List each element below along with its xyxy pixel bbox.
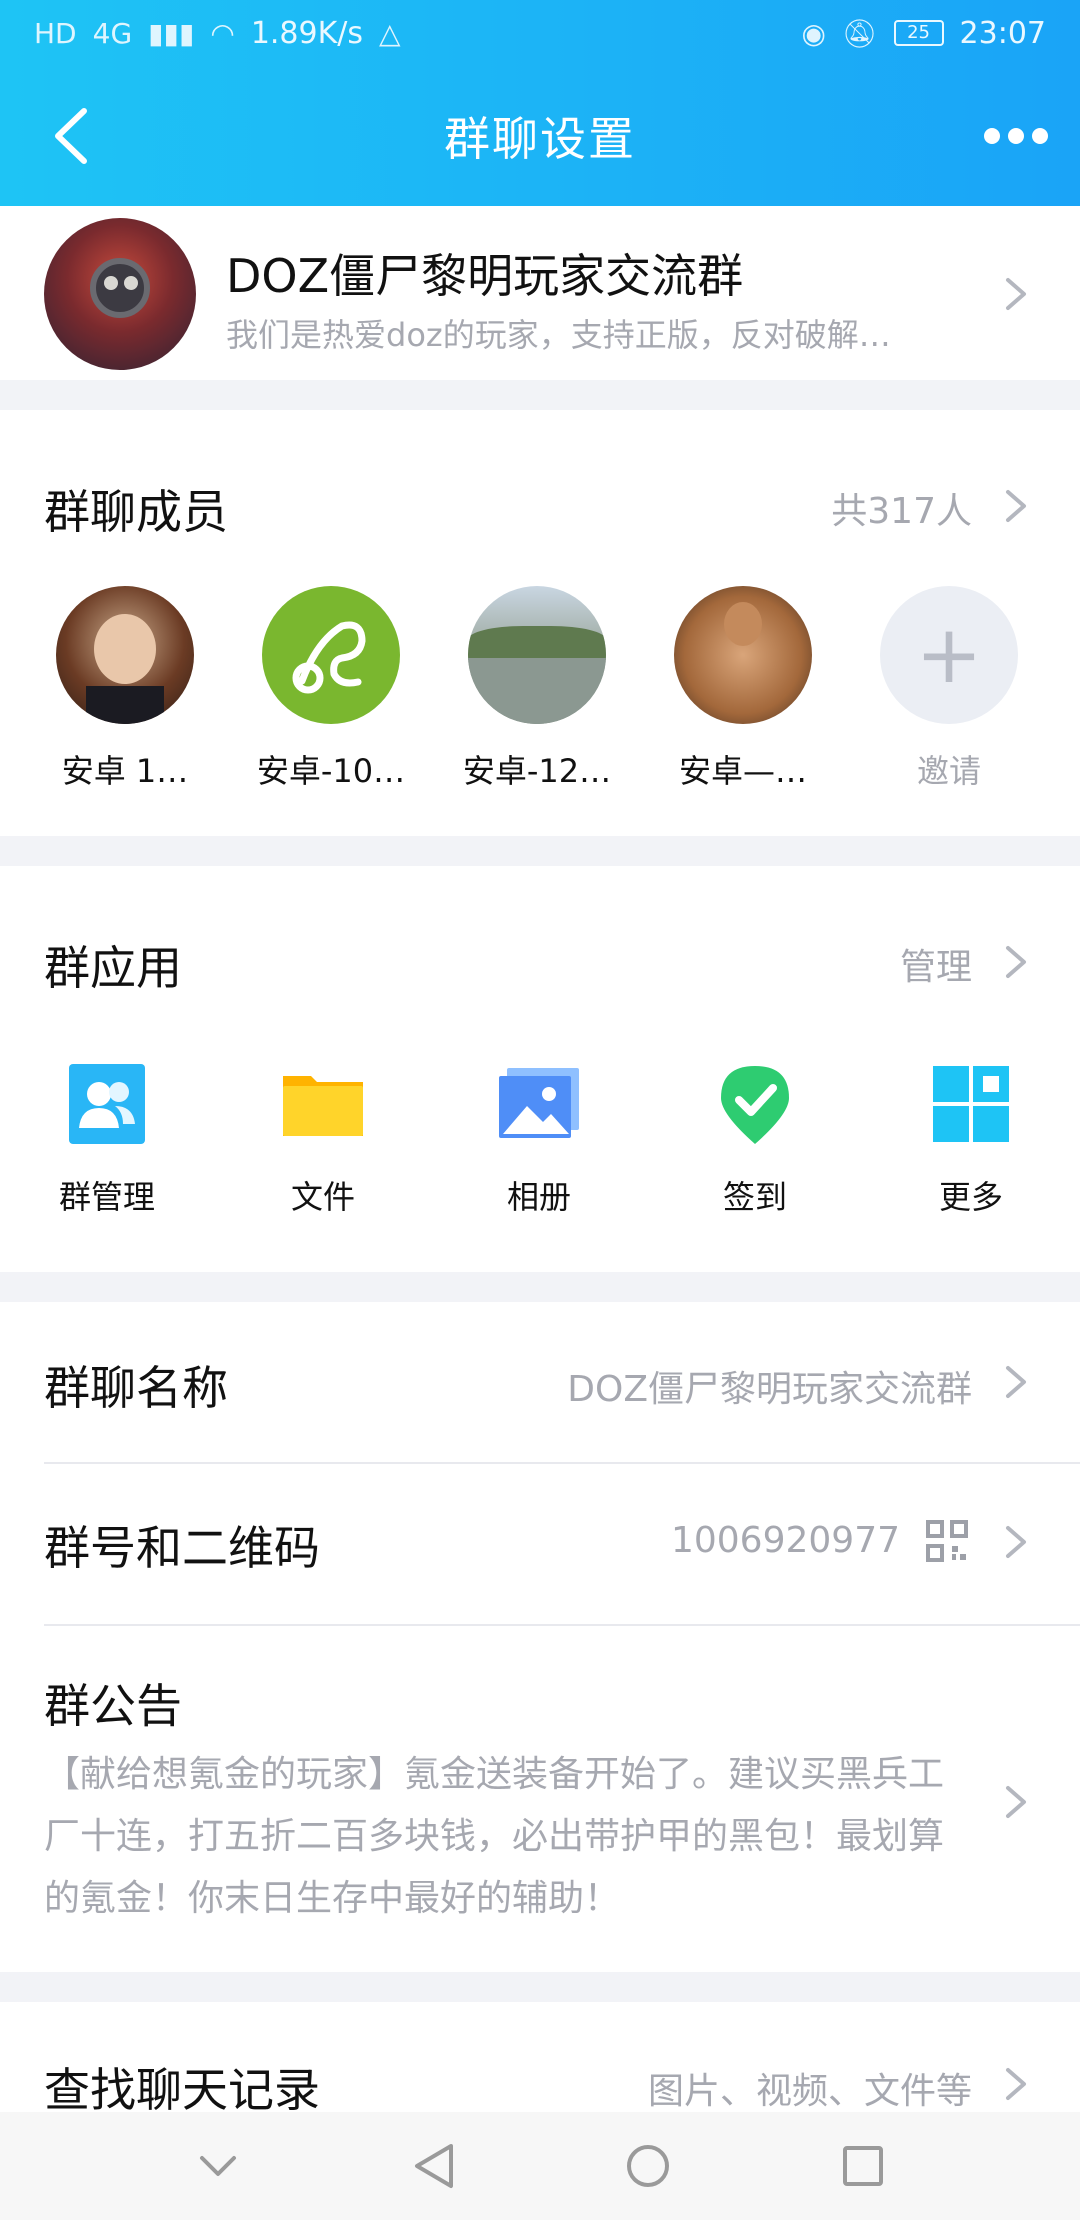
back-arrow-icon <box>55 108 87 164</box>
more-options-button[interactable] <box>976 106 1056 166</box>
app-label: 更多 <box>938 1178 1003 1216</box>
square-recents-icon <box>842 2146 883 2186</box>
more-apps-icon <box>929 1062 1013 1146</box>
member-item[interactable]: 安卓-12… <box>452 586 622 792</box>
checkin-icon <box>713 1062 797 1146</box>
members-title: 群聊成员 <box>44 485 228 539</box>
group-profile-row[interactable]: DOZ僵尸黎明玩家交流群 我们是热爱doz的玩家，支持正版，反对破解… <box>0 206 1080 380</box>
app-group-manage[interactable]: 群管理 <box>32 1062 182 1218</box>
settings-list: 群聊名称 DOZ僵尸黎明玩家交流群 群号和二维码 1006920977 群公告 … <box>0 1302 1080 1972</box>
apps-title: 群应用 <box>44 941 182 995</box>
folder-icon <box>281 1062 365 1146</box>
group-number-label: 群号和二维码 <box>44 1521 320 1575</box>
photo-album-icon <box>497 1062 581 1146</box>
search-history-label: 查找聊天记录 <box>44 2063 320 2117</box>
group-manage-icon <box>65 1062 149 1146</box>
hide-keyboard-button[interactable] <box>188 2136 248 2196</box>
status-left: HD 4G ▮▮▮ ◠ 1.89K/s △ <box>34 16 401 51</box>
invite-member-button[interactable]: + 邀请 <box>864 586 1034 792</box>
group-name: DOZ僵尸黎明玩家交流群 <box>226 249 744 303</box>
more-dot-icon <box>1032 128 1048 144</box>
triangle-back-icon <box>414 2144 453 2188</box>
member-avatar <box>674 586 812 724</box>
page-title: 群聊设置 <box>444 112 636 166</box>
app-album[interactable]: 相册 <box>464 1062 614 1218</box>
system-recents-button[interactable] <box>833 2136 893 2196</box>
app-label: 群管理 <box>58 1178 155 1216</box>
chevron-right-icon <box>1004 1784 1028 1820</box>
chevron-right-icon[interactable] <box>1004 944 1028 980</box>
members-section: 群聊成员 共317人 安卓 1… 安卓-10… 安卓-12… 安卓—… + 邀请 <box>0 410 1080 836</box>
plus-icon: + <box>915 608 983 701</box>
group-number-row[interactable]: 群号和二维码 1006920977 <box>0 1464 1080 1624</box>
app-label: 相册 <box>506 1178 571 1216</box>
member-item[interactable]: 安卓-10… <box>246 586 416 792</box>
member-item[interactable]: 安卓—… <box>658 586 828 792</box>
member-item[interactable]: 安卓 1… <box>40 586 210 792</box>
member-name: 安卓-10… <box>256 752 406 790</box>
member-avatar <box>56 586 194 724</box>
member-avatar <box>262 586 400 724</box>
app-label: 签到 <box>722 1178 787 1216</box>
group-description: 我们是热爱doz的玩家，支持正版，反对破解… <box>226 316 891 354</box>
group-number-value: 1006920977 <box>670 1520 900 1561</box>
group-notice-text: 【献给想氪金的玩家】氪金送装备开始了。建议买黑兵工厂十连，打五折二百多块钱，必出… <box>44 1754 945 1919</box>
back-button[interactable] <box>30 96 110 176</box>
wifi-icon: ◠ <box>210 16 235 50</box>
avatar-gasmask-shape <box>90 258 150 318</box>
avatar-eye-shape <box>124 276 138 290</box>
apps-manage-link[interactable]: 管理 <box>900 938 972 990</box>
more-dot-icon <box>984 128 1000 144</box>
clock: 23:07 <box>959 15 1046 51</box>
app-files[interactable]: 文件 <box>248 1062 398 1218</box>
network-speed: 1.89K/s <box>250 15 364 51</box>
chevron-right-icon[interactable] <box>1004 488 1028 524</box>
chevron-right-icon <box>1004 2066 1028 2102</box>
search-history-hint: 图片、视频、文件等 <box>647 2071 972 2112</box>
group-notice-row[interactable]: 群公告 【献给想氪金的玩家】氪金送装备开始了。建议买黑兵工厂十连，打五折二百多块… <box>0 1626 1080 1972</box>
battery-icon: 25 <box>893 20 944 46</box>
network-type: 4G <box>92 16 133 50</box>
system-navigation-bar <box>0 2112 1080 2220</box>
system-back-button[interactable] <box>403 2136 463 2196</box>
member-name: 安卓 1… <box>61 752 189 790</box>
app-checkin[interactable]: 签到 <box>680 1062 830 1218</box>
avatar-eye-shape <box>104 276 118 290</box>
group-notice-label: 群公告 <box>44 1679 182 1733</box>
invite-avatar: + <box>880 586 1018 724</box>
app-more[interactable]: 更多 <box>896 1062 1046 1218</box>
group-name-label: 群聊名称 <box>44 1361 228 1415</box>
hd-icon: HD <box>34 16 77 50</box>
status-bar: HD 4G ▮▮▮ ◠ 1.89K/s △ ◉ 🔕︎ 25 23:07 <box>0 0 1080 66</box>
invite-label: 邀请 <box>916 752 981 790</box>
group-avatar <box>44 218 196 370</box>
circle-home-icon <box>626 2145 669 2187</box>
group-name-row[interactable]: 群聊名称 DOZ僵尸黎明玩家交流群 <box>0 1302 1080 1462</box>
member-name: 安卓—… <box>678 752 807 790</box>
notification-app-icon: △ <box>379 16 401 50</box>
chevron-right-icon <box>1004 276 1028 312</box>
member-count[interactable]: 共317人 <box>831 482 972 534</box>
system-home-button[interactable] <box>618 2136 678 2196</box>
app-header: HD 4G ▮▮▮ ◠ 1.89K/s △ ◉ 🔕︎ 25 23:07 群聊设置 <box>0 0 1080 206</box>
eye-icon: ◉ <box>801 16 826 50</box>
member-name: 安卓-12… <box>462 752 612 790</box>
chevron-down-icon <box>199 2156 236 2176</box>
group-apps-section: 群应用 管理 群管理 文件 相册 签到 更多 <box>0 866 1080 1272</box>
more-dot-icon <box>1008 128 1024 144</box>
qr-code-icon <box>926 1520 968 1562</box>
chevron-right-icon <box>1004 1364 1028 1400</box>
chevron-right-icon <box>1004 1524 1028 1560</box>
app-label: 文件 <box>290 1178 355 1216</box>
signal-icon: ▮▮▮ <box>148 16 195 50</box>
nav-bar: 群聊设置 <box>0 66 1080 206</box>
status-right: ◉ 🔕︎ 25 23:07 <box>802 16 1046 51</box>
mute-bell-icon: 🔕︎ <box>841 16 878 50</box>
member-avatar <box>468 586 606 724</box>
group-name-value: DOZ僵尸黎明玩家交流群 <box>567 1369 972 1410</box>
